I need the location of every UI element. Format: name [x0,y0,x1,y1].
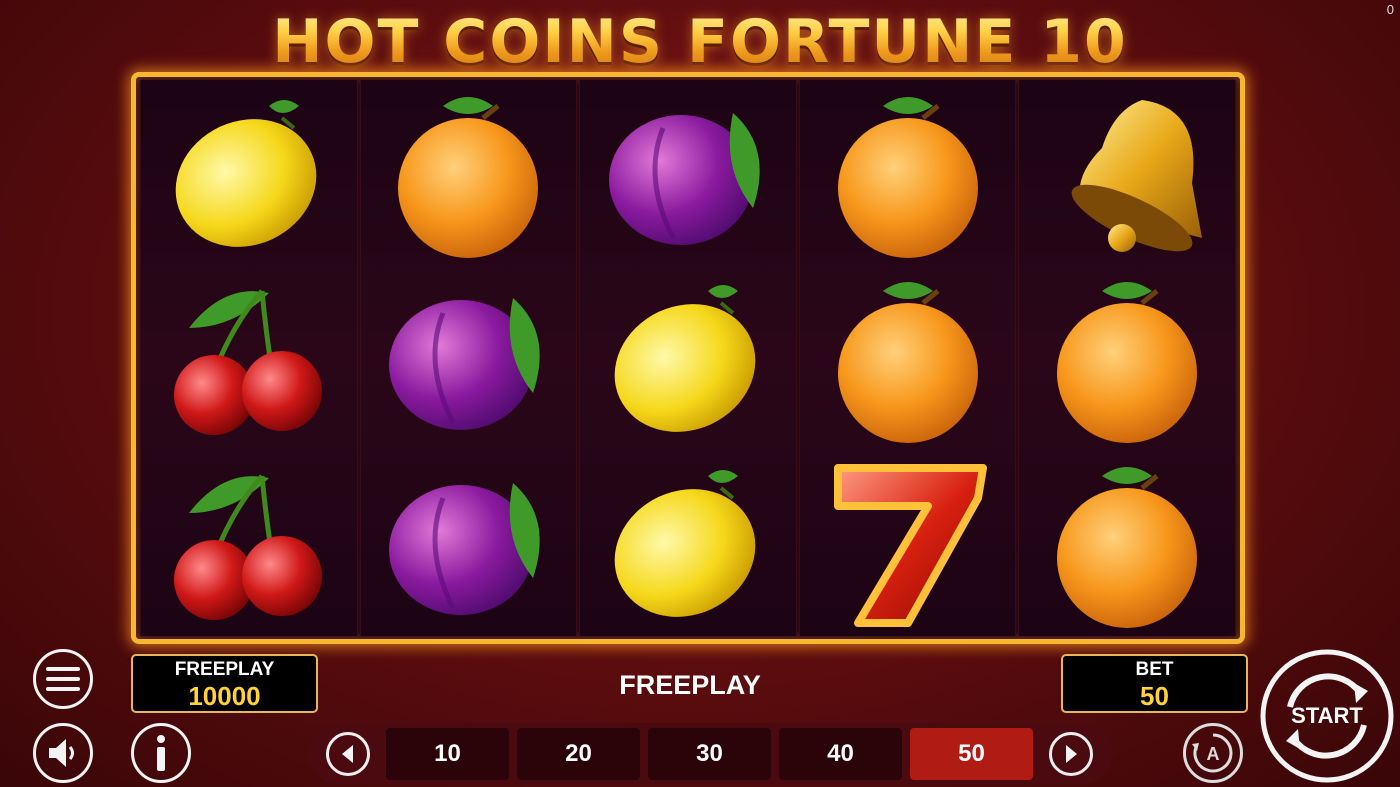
menu-button[interactable] [33,649,93,709]
hamburger-menu-icon [46,667,80,691]
cherry-symbol-icon [173,474,322,621]
reel-cell [1019,265,1235,450]
svg-text:A: A [1207,744,1220,764]
reel-1 [140,80,358,636]
bet-option[interactable]: 30 [648,727,771,780]
reel-4 [798,80,1017,636]
reel-3 [579,80,797,636]
reel-cell [800,451,1016,636]
plum-symbol-icon [608,112,760,245]
balance-label: FREEPLAY [174,659,275,680]
cherry-symbol-icon [173,289,322,435]
bet-option[interactable]: 40 [779,727,902,780]
sound-button[interactable] [33,723,93,783]
bet-value: 50 [1140,681,1169,711]
start-button[interactable]: START [1260,649,1394,783]
reel-cell [580,451,796,636]
reel-cell [361,451,577,636]
bet-label: BET [1135,659,1174,680]
reels-frame [131,72,1245,644]
bell-symbol-icon [1071,99,1203,252]
reel-cell [361,265,577,450]
info-icon [157,735,165,771]
orange-symbol-icon [1057,467,1198,629]
plum-symbol-icon [389,297,541,430]
bet-prev-button[interactable] [326,731,370,776]
lemon-symbol-icon [614,470,756,618]
reel-5 [1018,80,1236,636]
reel-cell [1019,451,1235,636]
bet-box: BET 50 [1061,654,1248,713]
reel-cell [1019,80,1235,265]
reel-cell [580,265,796,450]
bet-options: 10 20 30 40 50 [382,727,1037,780]
lemon-symbol-icon [175,99,317,247]
chevron-left-icon [342,744,353,763]
chevron-right-icon [1066,744,1077,763]
lemon-symbol-icon [614,284,756,432]
game-title: HOT COINS FORTUNE 10 [0,4,1400,80]
orange-symbol-icon [398,96,539,258]
reel-cell [141,80,357,265]
seven-symbol-icon [833,464,987,628]
orange-symbol-icon [1057,281,1198,443]
reel-2 [359,80,578,636]
start-label: START [1291,703,1363,728]
speaker-icon [49,739,74,767]
bet-option[interactable]: 20 [517,727,640,780]
reel-cell [580,80,796,265]
bet-next-button[interactable] [1049,731,1093,776]
reel-cell [800,80,1016,265]
bet-option[interactable]: 10 [386,727,509,780]
reel-cell [141,451,357,636]
balance-box: FREEPLAY 10000 [131,654,318,713]
status-message: FREEPLAY [619,670,761,700]
reel-cell [141,265,357,450]
reel-cell [800,265,1016,450]
reel-cell [361,80,577,265]
bet-option[interactable]: 50 [910,727,1033,780]
info-button[interactable] [131,723,191,783]
balance-value: 10000 [188,681,261,711]
autoplay-button[interactable]: A [1183,723,1243,783]
bet-selector: 10 20 30 40 50 [308,723,1113,784]
orange-symbol-icon [837,96,978,258]
autoplay-icon: A [1192,733,1233,773]
orange-symbol-icon [837,281,978,443]
plum-symbol-icon [389,483,541,616]
